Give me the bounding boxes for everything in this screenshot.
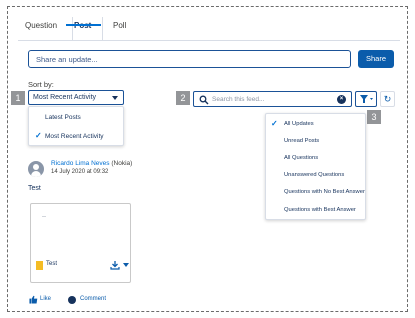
filter-button[interactable] [355,91,377,107]
post-body: Test [28,185,41,192]
download-icon[interactable] [110,260,120,270]
refresh-button[interactable]: ↻ [380,91,395,107]
like-button[interactable]: Like [40,296,51,302]
feed-search-input[interactable]: Search this feed... × [193,91,352,107]
tab-poll[interactable]: Poll [113,21,126,30]
callout-badge-3: 3 [367,110,381,124]
filter-option-unanswered-questions[interactable]: Unanswered Questions [284,172,344,178]
search-placeholder: Search this feed... [212,96,265,103]
share-button[interactable]: Share [358,50,394,68]
tab-divider [102,17,103,41]
filter-option-unread-posts[interactable]: Unread Posts [284,138,319,144]
refresh-icon: ↻ [383,94,392,104]
sort-option-latest-posts[interactable]: Latest Posts [45,114,81,121]
avatar-body [31,171,41,177]
author-org: (Nokia) [111,160,133,167]
clear-icon[interactable]: × [337,95,346,104]
avatar-head [33,164,39,170]
post-author: Ricardo Lima Neves (Nokia) [51,160,132,167]
attachment-name: Test [46,261,58,267]
filter-option-all-questions[interactable]: All Questions [284,155,318,161]
callout-badge-2: 2 [176,91,190,105]
filter-icon [360,95,373,103]
tab-question[interactable]: Question [25,21,57,30]
share-update-input[interactable]: Share an update... [28,50,351,68]
active-tab-indicator [66,24,101,26]
filter-dropdown-menu: ✓ All Updates Unread Posts All Questions… [265,113,366,220]
avatar[interactable] [28,161,44,177]
filter-option-no-best-answer[interactable]: Questions with No Best Answer [284,189,365,195]
comment-icon [68,296,76,304]
check-icon: ✓ [271,119,278,128]
filter-option-with-best-answer[interactable]: Questions with Best Answer [284,207,356,213]
search-icon [199,95,209,105]
author-link[interactable]: Ricardo Lima Neves [51,160,110,167]
sort-option-most-recent-activity[interactable]: Most Recent Activity [45,133,104,140]
filter-option-all-updates[interactable]: All Updates [284,121,314,127]
sort-select[interactable]: Most Recent Activity [28,90,124,105]
file-icon [36,261,43,270]
attachment-card[interactable]: -- Test [30,203,131,283]
publisher-tabs: Question Post Poll [18,15,400,41]
callout-badge-1: 1 [11,91,25,105]
sort-dropdown-menu: Latest Posts ✓ Most Recent Activity [28,106,124,146]
caret-down-icon[interactable] [123,263,129,267]
post-date[interactable]: 14 July 2020 at 09:32 [51,169,108,175]
check-icon: ✓ [35,131,42,140]
sort-label: Sort by: [28,80,54,89]
attachment-preview: -- [42,214,46,220]
sort-selected-value: Most Recent Activity [33,94,97,101]
comment-button[interactable]: Comment [80,296,106,302]
caret-down-icon [112,96,118,100]
thumbs-up-icon [29,295,38,304]
tab-divider [72,17,73,41]
